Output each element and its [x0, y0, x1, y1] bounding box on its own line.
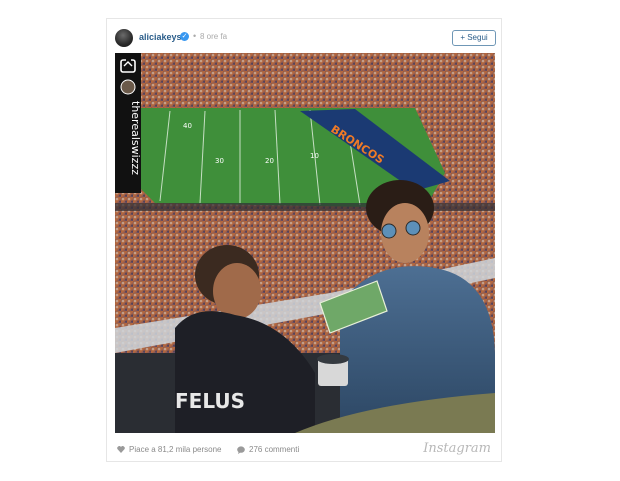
yard-label: 40: [183, 122, 192, 130]
boy-face: [213, 263, 261, 319]
instagram-post-card: aliciakeys ✓ • 8 ore fa + Segui 40 30 20…: [106, 18, 502, 462]
comments-count[interactable]: 276 commenti: [237, 445, 299, 454]
repost-credit: therealswizzz: [129, 101, 142, 175]
comment-icon: [237, 446, 245, 454]
likes-text: Piace a 81,2 mila persone: [129, 445, 222, 454]
post-photo[interactable]: 40 30 20 10 BRONCOS therealswizzz FELUS: [115, 53, 495, 433]
repost-avatar: [120, 79, 136, 95]
jersey-text: FELUS: [175, 389, 245, 413]
yard-label: 30: [215, 157, 224, 165]
separator-dot: •: [193, 31, 197, 41]
likes-count[interactable]: Piace a 81,2 mila persone: [117, 445, 222, 454]
heart-icon: [117, 446, 125, 454]
username-link[interactable]: aliciakeys: [139, 32, 182, 42]
post-header: aliciakeys ✓ • 8 ore fa + Segui: [107, 19, 501, 55]
comments-text: 276 commenti: [249, 445, 300, 454]
post-time: 8 ore fa: [200, 32, 228, 41]
sideline: [115, 203, 495, 211]
yard-label: 10: [310, 152, 319, 160]
follow-button[interactable]: + Segui: [452, 30, 496, 46]
drink-lid: [317, 354, 349, 364]
verified-icon: ✓: [180, 32, 189, 41]
post-footer: Piace a 81,2 mila persone 276 commenti I…: [107, 435, 501, 463]
instagram-logo[interactable]: Instagram: [423, 441, 491, 456]
user-avatar[interactable]: [115, 29, 133, 47]
yard-label: 20: [265, 157, 274, 165]
